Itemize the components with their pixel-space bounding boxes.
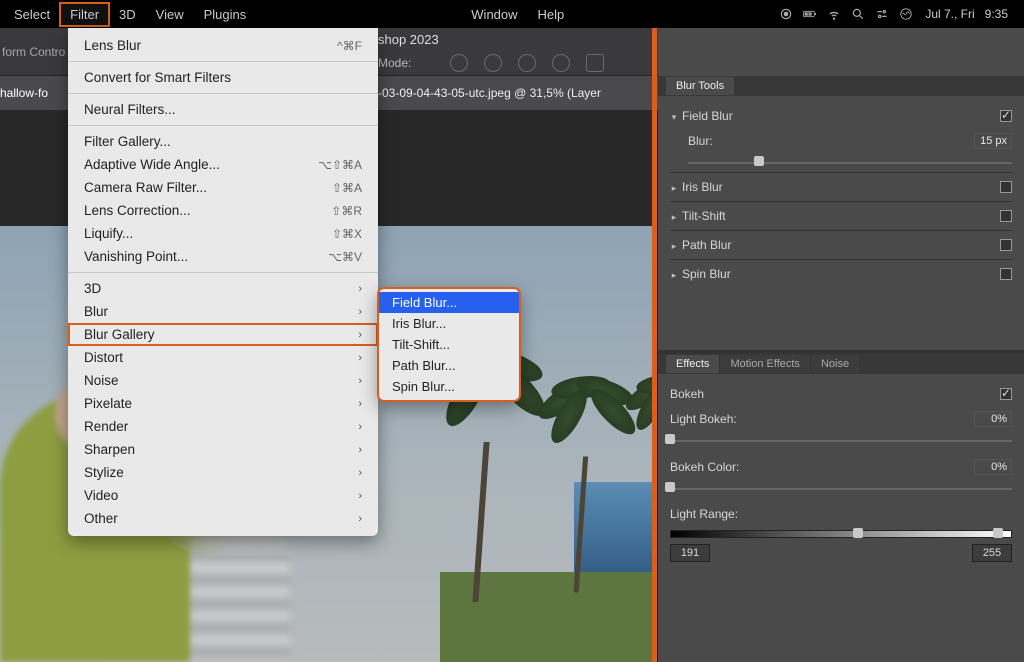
app-title-fragment: shop 2023 xyxy=(378,32,439,47)
filter-menu-item[interactable]: Filter Gallery... xyxy=(68,130,378,153)
filter-menu-item[interactable]: Render› xyxy=(68,415,378,438)
filter-menu-item[interactable]: Liquify...⇧⌘X xyxy=(68,222,378,245)
path-blur-toggle[interactable]: ▸Path Blur xyxy=(670,233,1012,257)
filter-menu-item[interactable]: Stylize› xyxy=(68,461,378,484)
spin-blur-checkbox[interactable] xyxy=(1000,268,1012,280)
light-range-slider[interactable] xyxy=(670,526,1012,540)
menubar-time[interactable]: 9:35 xyxy=(985,7,1008,21)
mode-icon[interactable] xyxy=(450,54,468,72)
menu-3d[interactable]: 3D xyxy=(109,3,146,26)
menu-select[interactable]: Select xyxy=(4,3,60,26)
right-panels: Blur Tools ▾Field Blur Blur: 15 px ▸Iris… xyxy=(658,28,1024,662)
filter-menu-item[interactable]: Vanishing Point...⌥⌘V xyxy=(68,245,378,268)
tilt-shift-toggle[interactable]: ▸Tilt-Shift xyxy=(670,204,1012,228)
search-icon[interactable] xyxy=(851,7,865,21)
menu-view[interactable]: View xyxy=(146,3,194,26)
system-menubar: Select Filter 3D View Plugins Window Hel… xyxy=(0,0,1024,28)
submenu-item[interactable]: Path Blur... xyxy=(378,355,520,376)
blur-tools-tab[interactable]: Blur Tools xyxy=(666,77,735,95)
field-blur-checkbox[interactable] xyxy=(1000,110,1012,122)
filter-menu-item[interactable]: Sharpen› xyxy=(68,438,378,461)
mode-icon[interactable] xyxy=(484,54,502,72)
toolbar-left-fragment: form Contro xyxy=(2,45,65,59)
battery-icon[interactable] xyxy=(803,7,817,21)
menu-help[interactable]: Help xyxy=(528,3,575,26)
effects-panel: Bokeh Light Bokeh: 0% Bokeh Color: 0% Li… xyxy=(658,374,1024,570)
light-bokeh-slider[interactable] xyxy=(670,432,1012,446)
filter-menu-item[interactable]: 3D› xyxy=(68,277,378,300)
submenu-item[interactable]: Tilt-Shift... xyxy=(378,334,520,355)
submenu-item[interactable]: Spin Blur... xyxy=(378,376,520,397)
filter-menu-item[interactable]: Neural Filters... xyxy=(68,98,378,121)
tab-prefix: hallow-fo xyxy=(0,86,58,100)
tilt-shift-checkbox[interactable] xyxy=(1000,210,1012,222)
bokeh-color-label: Bokeh Color: xyxy=(670,460,739,474)
blur-gallery-submenu: Field Blur... Iris Blur... Tilt-Shift...… xyxy=(378,288,520,401)
filter-menu-item[interactable]: Lens Correction...⇧⌘R xyxy=(68,199,378,222)
mode-icon[interactable] xyxy=(552,54,570,72)
bokeh-label: Bokeh xyxy=(670,387,704,401)
filter-menu-item[interactable]: Pixelate› xyxy=(68,392,378,415)
blur-tools-panel: ▾Field Blur Blur: 15 px ▸Iris Blur ▸Tilt… xyxy=(658,96,1024,294)
filter-menu-item[interactable]: Blur› xyxy=(68,300,378,323)
submenu-field-blur[interactable]: Field Blur... xyxy=(378,292,520,313)
bokeh-color-slider[interactable] xyxy=(670,480,1012,494)
blur-value[interactable]: 15 px xyxy=(974,133,1012,149)
bokeh-color-value[interactable]: 0% xyxy=(974,459,1012,475)
light-range-label: Light Range: xyxy=(670,507,738,521)
filter-menu: Lens Blur ^⌘F Convert for Smart Filters … xyxy=(68,28,378,536)
menu-plugins[interactable]: Plugins xyxy=(194,3,257,26)
light-range-low[interactable]: 191 xyxy=(670,544,710,562)
blur-param-label: Blur: xyxy=(688,134,713,148)
mode-label: Mode: xyxy=(378,56,411,70)
bokeh-checkbox[interactable] xyxy=(1000,388,1012,400)
filter-menu-item[interactable]: Convert for Smart Filters xyxy=(68,66,378,89)
menubar-date[interactable]: Jul 7., Fri xyxy=(925,7,974,21)
mode-icon[interactable] xyxy=(586,54,604,72)
control-center-icon[interactable] xyxy=(875,7,889,21)
annotation-stripe xyxy=(652,0,657,662)
light-bokeh-label: Light Bokeh: xyxy=(670,412,737,426)
mode-icon[interactable] xyxy=(518,54,536,72)
filter-menu-item[interactable]: Distort› xyxy=(68,346,378,369)
submenu-item[interactable]: Iris Blur... xyxy=(378,313,520,334)
wifi-icon[interactable] xyxy=(827,7,841,21)
iris-blur-checkbox[interactable] xyxy=(1000,181,1012,193)
field-blur-toggle[interactable]: ▾Field Blur xyxy=(670,104,1012,128)
motion-effects-tab[interactable]: Motion Effects xyxy=(720,355,811,373)
document-tab[interactable]: -03-09-04-43-05-utc.jpeg @ 31,5% (Layer xyxy=(378,86,601,100)
record-icon[interactable] xyxy=(779,7,793,21)
filter-menu-item[interactable]: Noise› xyxy=(68,369,378,392)
filter-menu-item[interactable]: Camera Raw Filter...⇧⌘A xyxy=(68,176,378,199)
filter-menu-last[interactable]: Lens Blur ^⌘F xyxy=(68,34,378,57)
menu-filter[interactable]: Filter xyxy=(60,3,109,26)
status-tray: Jul 7., Fri 9:35 xyxy=(779,7,1020,21)
menu-window[interactable]: Window xyxy=(461,3,527,26)
filter-menu-blur-gallery[interactable]: Blur Gallery› xyxy=(68,323,378,346)
filter-menu-item[interactable]: Adaptive Wide Angle...⌥⇧⌘A xyxy=(68,153,378,176)
siri-icon[interactable] xyxy=(899,7,913,21)
path-blur-checkbox[interactable] xyxy=(1000,239,1012,251)
mode-icons xyxy=(450,54,604,72)
filter-menu-item[interactable]: Video› xyxy=(68,484,378,507)
blur-slider[interactable] xyxy=(688,154,1012,168)
noise-tab[interactable]: Noise xyxy=(811,355,860,373)
light-bokeh-value[interactable]: 0% xyxy=(974,411,1012,427)
effects-tab[interactable]: Effects xyxy=(666,355,720,373)
filter-menu-item[interactable]: Other› xyxy=(68,507,378,530)
light-range-high[interactable]: 255 xyxy=(972,544,1012,562)
iris-blur-toggle[interactable]: ▸Iris Blur xyxy=(670,175,1012,199)
spin-blur-toggle[interactable]: ▸Spin Blur xyxy=(670,262,1012,286)
